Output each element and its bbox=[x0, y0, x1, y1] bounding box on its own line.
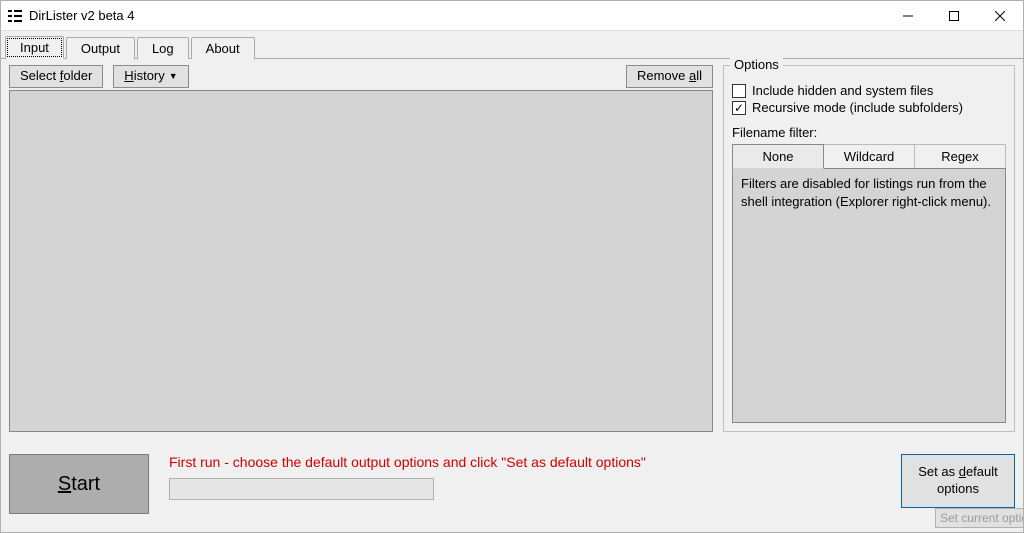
close-button[interactable] bbox=[977, 1, 1023, 30]
app-window: DirLister v2 beta 4 Input Output Log Abo… bbox=[0, 0, 1024, 533]
checkbox-recursive[interactable] bbox=[732, 101, 746, 115]
set-default-options-button[interactable]: Set as default options bbox=[901, 454, 1015, 508]
minimize-button[interactable] bbox=[885, 1, 931, 30]
option-include-hidden[interactable]: Include hidden and system files bbox=[732, 83, 1006, 98]
remove-all-button[interactable]: Remove all bbox=[626, 65, 713, 88]
chevron-down-icon: ▼ bbox=[169, 71, 178, 81]
tabstrip: Input Output Log About bbox=[1, 31, 1023, 59]
filter-body: Filters are disabled for listings run fr… bbox=[732, 168, 1006, 423]
hint-column: First run - choose the default output op… bbox=[169, 454, 881, 500]
filter-tab-none[interactable]: None bbox=[732, 144, 824, 169]
progress-bar bbox=[169, 478, 434, 500]
option-label: Recursive mode (include subfolders) bbox=[752, 100, 963, 115]
clipped-button[interactable]: Set current optio bbox=[935, 508, 1024, 528]
filter-tab-wildcard[interactable]: Wildcard bbox=[824, 144, 915, 169]
first-run-hint: First run - choose the default output op… bbox=[169, 454, 881, 470]
window-title: DirLister v2 beta 4 bbox=[29, 8, 135, 23]
tab-output[interactable]: Output bbox=[66, 37, 135, 59]
bottom-bar: Start First run - choose the default out… bbox=[9, 436, 1015, 524]
tab-about[interactable]: About bbox=[191, 37, 255, 59]
select-folder-button[interactable]: Select folder bbox=[9, 65, 103, 88]
filter-tabs: None Wildcard Regex bbox=[732, 144, 1006, 169]
options-panel: Options Include hidden and system files … bbox=[723, 65, 1015, 432]
options-legend: Options bbox=[730, 57, 783, 72]
left-column: Select folder History▼ Remove all bbox=[9, 65, 713, 432]
main-row: Select folder History▼ Remove all Option… bbox=[9, 65, 1015, 432]
app-icon bbox=[7, 8, 23, 24]
titlebar: DirLister v2 beta 4 bbox=[1, 1, 1023, 31]
filter-tab-regex[interactable]: Regex bbox=[915, 144, 1006, 169]
titlebar-left: DirLister v2 beta 4 bbox=[7, 8, 135, 24]
content-area: Select folder History▼ Remove all Option… bbox=[1, 59, 1023, 532]
titlebar-controls bbox=[885, 1, 1023, 30]
history-button[interactable]: History▼ bbox=[113, 65, 188, 88]
maximize-button[interactable] bbox=[931, 1, 977, 30]
start-button[interactable]: Start bbox=[9, 454, 149, 514]
tab-log[interactable]: Log bbox=[137, 37, 189, 59]
checkbox-include-hidden[interactable] bbox=[732, 84, 746, 98]
tab-input[interactable]: Input bbox=[5, 36, 64, 59]
toolbar-row: Select folder History▼ Remove all bbox=[9, 65, 713, 88]
filter-label: Filename filter: bbox=[732, 125, 1006, 140]
option-recursive[interactable]: Recursive mode (include subfolders) bbox=[732, 100, 1006, 115]
option-label: Include hidden and system files bbox=[752, 83, 933, 98]
folder-list[interactable] bbox=[9, 90, 713, 432]
